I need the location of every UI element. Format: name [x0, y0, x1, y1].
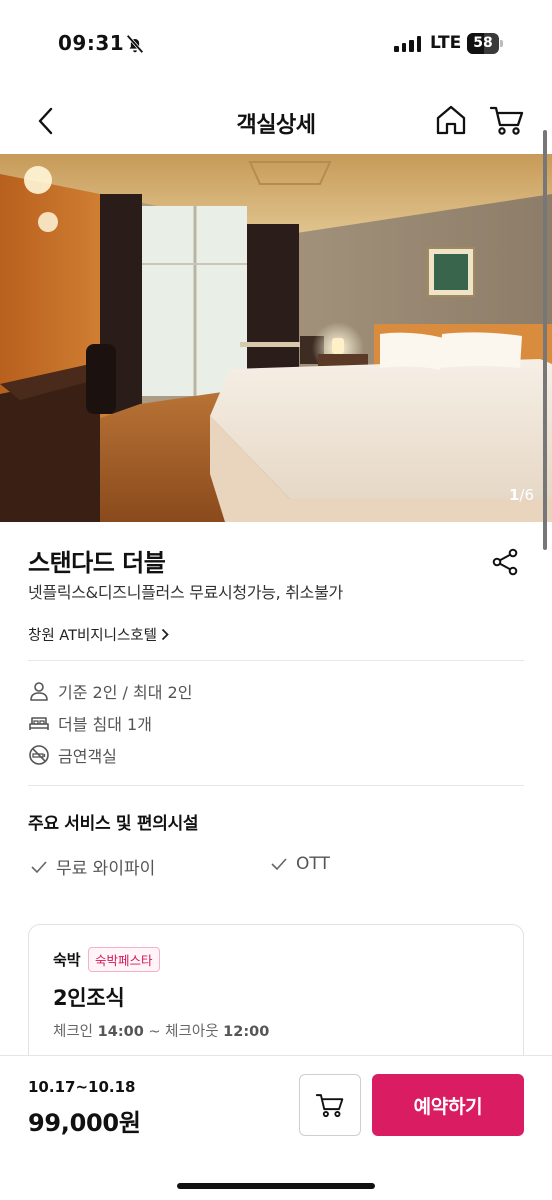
- top-navigation: 객실상세: [0, 90, 552, 154]
- add-to-cart-button[interactable]: [299, 1074, 361, 1136]
- checkout-time: 12:00: [223, 1024, 270, 1040]
- status-time: 09:31: [58, 31, 125, 55]
- photo-current: 1: [508, 486, 520, 504]
- network-label: LTE: [430, 33, 462, 53]
- bed-feature: 더블 침대 1개: [28, 711, 152, 735]
- scroll-indicator[interactable]: [543, 130, 547, 550]
- hotel-name: 창원 AT비지니스호텔: [28, 628, 157, 644]
- amenity-label: OTT: [296, 854, 330, 874]
- price: 99,000원: [28, 1109, 141, 1137]
- amenity-wifi: 무료 와이파이: [30, 854, 155, 879]
- checkin-time: 14:00: [97, 1024, 144, 1040]
- smoking-feature: 금연객실: [28, 743, 117, 767]
- plan-type: 숙박: [53, 951, 81, 969]
- check-times: 체크인 14:00 ~ 체크아웃 12:00: [53, 1020, 269, 1041]
- room-photo: [0, 154, 552, 522]
- chevron-right-icon: [161, 628, 169, 641]
- plan-name: 2인조식: [53, 986, 125, 1010]
- occupancy-text: 기준 2인 / 최대 2인: [58, 683, 193, 702]
- signal-icon: [394, 36, 421, 52]
- room-name: 스탠다드 더블: [28, 549, 166, 577]
- home-icon[interactable]: [434, 103, 468, 137]
- check-icon: [31, 860, 47, 873]
- photo-counter: 1/6: [509, 486, 534, 504]
- battery-icon: 58: [467, 33, 503, 54]
- home-indicator[interactable]: [177, 1183, 375, 1189]
- book-button[interactable]: 예약하기: [372, 1074, 524, 1136]
- cart-icon[interactable]: [489, 103, 525, 137]
- battery-level: 58: [473, 35, 493, 51]
- checkin-label: 체크인: [53, 1024, 94, 1040]
- smoking-text: 금연객실: [58, 747, 117, 766]
- divider: [28, 660, 524, 661]
- photo-total: 6: [524, 486, 534, 504]
- cart-icon: [315, 1094, 344, 1118]
- stay-dates: 10.17~10.18: [28, 1078, 136, 1096]
- room-photo-gallery[interactable]: 1/6: [0, 154, 552, 522]
- time-separator: ~: [148, 1024, 161, 1040]
- amenity-ott: OTT: [270, 854, 330, 874]
- bed-icon: [29, 717, 49, 730]
- page-title: 객실상세: [236, 113, 316, 138]
- check-icon: [271, 858, 287, 871]
- room-description: 넷플릭스&디즈니플러스 무료시청가능, 취소불가: [28, 583, 343, 602]
- bed-text: 더블 침대 1개: [58, 715, 152, 734]
- bell-off-icon: [126, 34, 144, 54]
- no-smoking-icon: [29, 745, 49, 765]
- divider: [28, 785, 524, 786]
- amenity-label: 무료 와이파이: [56, 859, 156, 879]
- promo-badge: 숙박페스타: [88, 947, 160, 972]
- share-icon[interactable]: [490, 547, 520, 577]
- person-icon: [30, 682, 48, 701]
- occupancy-feature: 기준 2인 / 최대 2인: [28, 679, 192, 703]
- hotel-link[interactable]: 창원 AT비지니스호텔: [28, 624, 169, 645]
- amenities-title: 주요 서비스 및 편의시설: [28, 814, 199, 834]
- checkout-label: 체크아웃: [165, 1024, 219, 1040]
- booking-bar: 10.17~10.18 99,000원 예약하기: [0, 1055, 552, 1200]
- status-bar: 09:31 LTE 58: [0, 0, 552, 90]
